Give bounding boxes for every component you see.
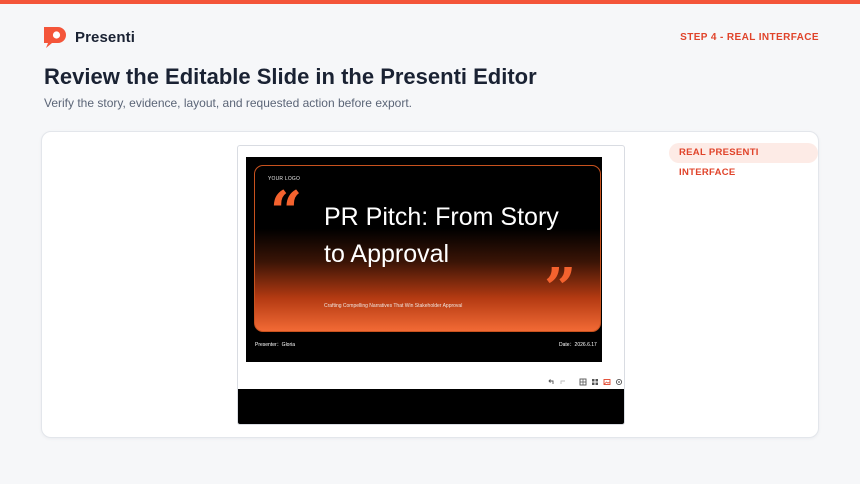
brand[interactable]: Presenti (41, 25, 135, 49)
slide-presenter[interactable]: Presenter：Gloria (255, 341, 295, 348)
image-icon[interactable] (603, 378, 611, 386)
table-icon[interactable] (579, 378, 587, 386)
step-label: STEP 4 - REAL INTERFACE (680, 32, 819, 43)
page-title: Review the Editable Slide in the Present… (44, 64, 537, 89)
slide-date[interactable]: Date：2026.6.17 (559, 341, 597, 348)
brand-name: Presenti (75, 28, 135, 46)
open-quote-mark: “ (270, 179, 303, 245)
close-quote-mark: ” (544, 256, 577, 322)
presenti-logo-icon (44, 27, 66, 48)
slide-subtitle[interactable]: Crafting Compelling Narratives That Win … (324, 303, 462, 309)
undo-icon[interactable] (547, 378, 555, 386)
editor-bottom-strip (238, 389, 624, 424)
editor-toolbar (547, 378, 624, 386)
grid-icon[interactable] (591, 378, 599, 386)
top-accent-bar (0, 0, 860, 4)
slide-canvas[interactable]: YOUR LOGO “ PR Pitch: From Story to Appr… (246, 157, 602, 362)
redo-icon[interactable] (559, 378, 567, 386)
slide-title[interactable]: PR Pitch: From Story to Approval (324, 199, 564, 273)
page-subtitle: Verify the story, evidence, layout, and … (44, 96, 412, 110)
presenti-editor-screenshot[interactable]: YOUR LOGO “ PR Pitch: From Story to Appr… (237, 145, 625, 425)
interface-badge: REAL PRESENTI INTERFACE (669, 143, 818, 178)
preview-card: REAL PRESENTI INTERFACE YOUR LOGO “ PR P… (41, 131, 819, 438)
settings-icon[interactable] (615, 378, 623, 386)
